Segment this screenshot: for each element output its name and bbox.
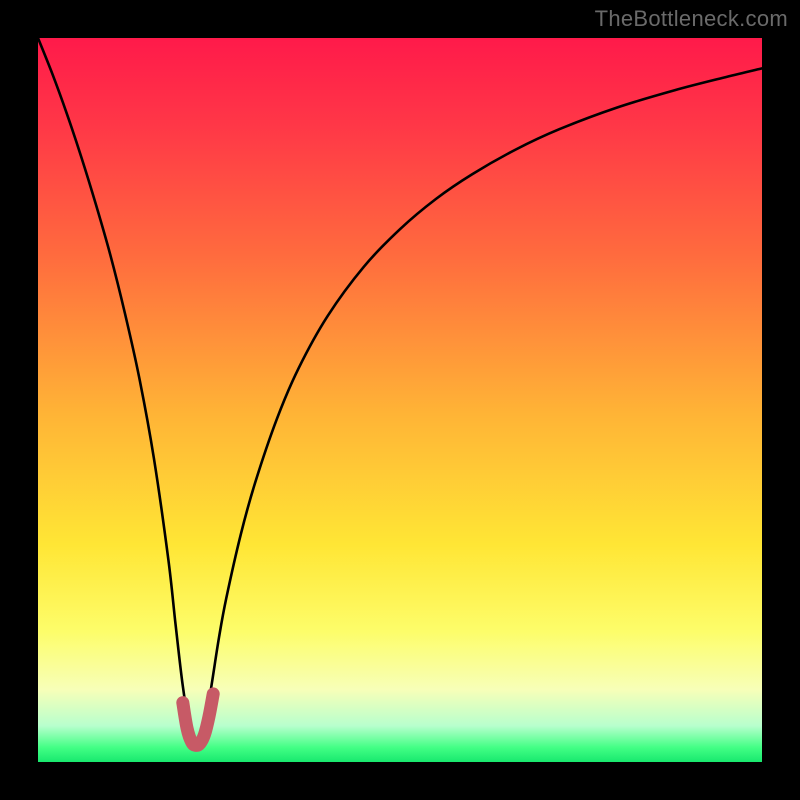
- bottleneck-curve: [38, 38, 762, 745]
- chart-svg: [38, 38, 762, 762]
- minimum-marker: [183, 694, 213, 746]
- plot-area: [38, 38, 762, 762]
- watermark-text: TheBottleneck.com: [595, 6, 788, 32]
- chart-frame: TheBottleneck.com: [0, 0, 800, 800]
